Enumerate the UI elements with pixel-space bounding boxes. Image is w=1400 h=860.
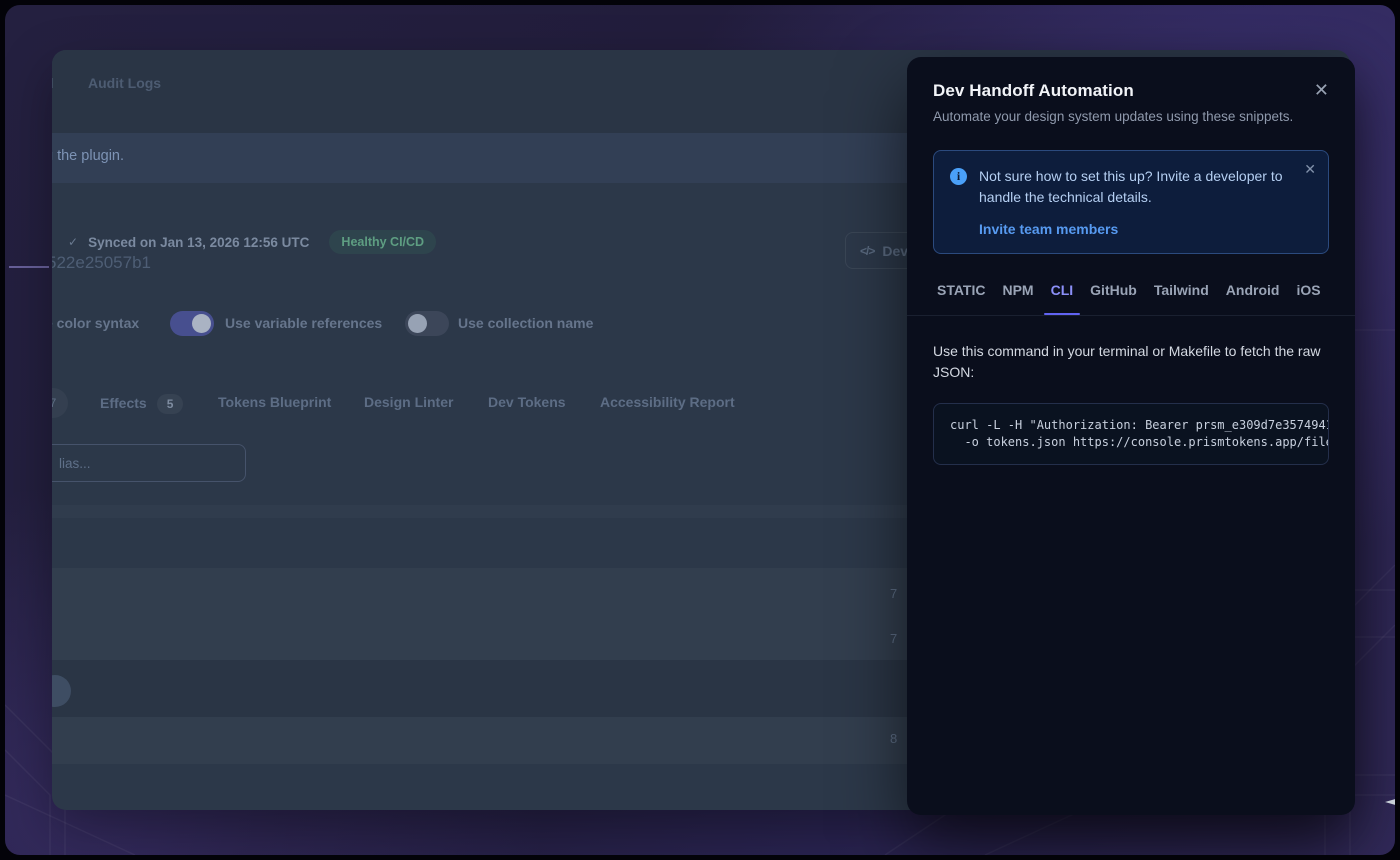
invite-info-callout: i Not sure how to set this up? Invite a …	[933, 150, 1329, 254]
tab-ios[interactable]: iOS	[1296, 282, 1320, 300]
collection-name-label: Use collection name	[458, 315, 593, 331]
collection-name-toggle[interactable]	[405, 311, 449, 336]
tab-tokens-blueprint[interactable]: Tokens Blueprint	[218, 394, 331, 410]
tab-design-linter[interactable]: Design Linter	[364, 394, 453, 410]
code-line-2: -o tokens.json https://console.prismtoke…	[950, 434, 1312, 451]
toggle-knob	[408, 314, 427, 333]
variable-references-toggle[interactable]	[170, 311, 214, 336]
nav-item-clipped[interactable]: d	[52, 75, 54, 91]
clipped-count-badge: 7	[52, 388, 68, 418]
toggle-knob	[192, 314, 211, 333]
dismiss-info-icon[interactable]: ✕	[1304, 161, 1316, 178]
cli-command-snippet: curl -L -H "Authorization: Bearer prsm_e…	[933, 403, 1329, 465]
close-icon[interactable]: ✕	[1314, 81, 1329, 99]
dev-handoff-panel: Dev Handoff Automation ✕ Automate your d…	[907, 57, 1355, 815]
code-line-1: curl -L -H "Authorization: Bearer prsm_e…	[950, 417, 1312, 434]
tab-accessibility-report[interactable]: Accessibility Report	[600, 394, 735, 410]
plugin-banner-text: g the plugin.	[52, 148, 124, 164]
effects-count-badge: 5	[157, 394, 184, 414]
invite-team-members-link[interactable]: Invite team members	[979, 221, 1312, 237]
tab-dev-tokens[interactable]: Dev Tokens	[488, 394, 566, 410]
row-value: 7	[890, 631, 897, 646]
tab-android[interactable]: Android	[1226, 282, 1280, 300]
desktop-background: d Audit Logs Ioan Natar Aquarium g the p…	[5, 5, 1395, 855]
tab-effects-label: Effects	[100, 395, 147, 411]
info-text: Not sure how to set this up? Invite a de…	[979, 166, 1295, 207]
sync-status-text: Synced on Jan 13, 2026 12:56 UTC	[88, 235, 309, 250]
row-value: 8	[890, 731, 897, 746]
sync-status-row: ✓ Synced on Jan 13, 2026 12:56 UTC Healt…	[68, 230, 436, 254]
tab-static[interactable]: STATIC	[937, 282, 985, 300]
nav-item-audit-logs[interactable]: Audit Logs	[88, 75, 161, 91]
color-syntax-label: e color syntax	[52, 315, 139, 331]
code-brackets-icon: </>	[860, 244, 874, 258]
search-input[interactable]	[52, 444, 246, 482]
variable-references-label: Use variable references	[225, 315, 382, 331]
dev-button-label: Dev	[882, 243, 908, 259]
tab-cli[interactable]: CLI	[1051, 282, 1074, 300]
info-icon: i	[950, 168, 967, 185]
tab-tailwind[interactable]: Tailwind	[1154, 282, 1209, 300]
tab-npm[interactable]: NPM	[1002, 282, 1033, 300]
healthy-cicd-badge: Healthy CI/CD	[329, 230, 436, 254]
cli-instruction-text: Use this command in your terminal or Mak…	[933, 341, 1327, 383]
tab-effects[interactable]: Effects 5	[100, 394, 183, 414]
panel-header: Dev Handoff Automation ✕	[933, 81, 1329, 101]
tab-github[interactable]: GitHub	[1090, 282, 1137, 300]
check-icon: ✓	[68, 235, 78, 249]
file-hash: 522e25057b1	[52, 253, 151, 273]
panel-title: Dev Handoff Automation	[933, 81, 1134, 101]
export-format-tabs: STATIC NPM CLI GitHub Tailwind Android i…	[907, 282, 1355, 316]
row-value: 7	[890, 586, 897, 601]
panel-subtitle: Automate your design system updates usin…	[933, 109, 1329, 124]
